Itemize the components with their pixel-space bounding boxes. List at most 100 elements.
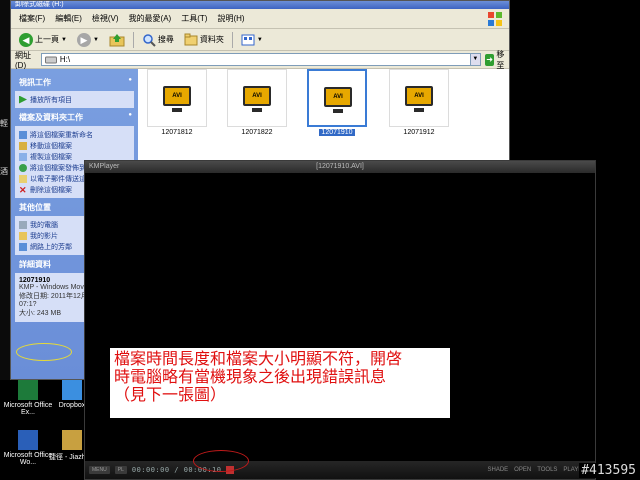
desktop: 輕 酒 卸除式磁碟 (H:) 檔案(F) 編輯(E) 檢視(V) 我的最愛(A)… — [0, 0, 640, 480]
back-arrow-icon: ◀ — [19, 32, 33, 47]
move-icon — [19, 141, 27, 150]
rename-icon — [19, 130, 27, 139]
monitor-stand — [333, 109, 343, 113]
menu-help[interactable]: 說明(H) — [217, 13, 244, 24]
task-rename[interactable]: 將這個檔案重新命名 — [19, 129, 130, 140]
search-icon — [143, 33, 156, 47]
views-dropdown-icon: ▼ — [256, 36, 263, 43]
watermark: #413595 — [579, 463, 638, 478]
file-name: 12071812 — [161, 129, 193, 136]
menu-favorites[interactable]: 我的最愛(A) — [129, 13, 172, 24]
file-name: 12071910 — [319, 129, 355, 136]
task-move[interactable]: 移動這個檔案 — [19, 140, 130, 151]
delete-icon: ✕ — [19, 184, 27, 195]
drive-icon — [44, 56, 57, 63]
file-thumbnail: AVI — [389, 69, 449, 127]
address-bar: 網址(D) H:\ ▼ ➜ 移至 — [11, 49, 509, 71]
dropbox-icon — [62, 380, 82, 400]
file-tasks-title: 檔案及資料夾工作 — [19, 113, 83, 122]
file-item-selected[interactable]: AVI 12071910 — [306, 69, 368, 139]
back-label: 上一頁 — [35, 35, 59, 44]
go-arrow-icon: ➜ — [484, 53, 495, 66]
computer-icon — [19, 220, 27, 229]
open-button[interactable]: OPEN — [514, 467, 531, 473]
email-icon — [19, 174, 27, 183]
task-play-all[interactable]: 播放所有項目 — [19, 94, 130, 105]
views-icon — [241, 34, 255, 45]
search-button[interactable]: 搜尋 — [140, 31, 176, 49]
explorer-toolbar: ◀ 上一頁 ▼ ▶ ▼ 搜尋 資料夾 ▼ — [11, 29, 509, 51]
annotation-line-1: 檔案時間長度和檔案大小明顯不符，開啓 — [114, 349, 403, 368]
file-thumbnail: AVI — [227, 69, 287, 127]
folders-label: 資料夾 — [199, 35, 224, 44]
place-label: 我的影片 — [30, 232, 58, 240]
file-tasks-header[interactable]: 檔案及資料夾工作 ● — [15, 112, 134, 123]
task-label: 播放所有項目 — [30, 96, 72, 104]
desktop-fragment-1: 輕 — [0, 119, 8, 128]
back-dropdown-icon: ▼ — [61, 36, 67, 43]
pl-button[interactable]: PL — [114, 466, 127, 474]
collapse-chevron-icon: ● — [128, 112, 132, 118]
menu-file[interactable]: 檔案(F) — [19, 13, 45, 24]
menu-edit[interactable]: 編輯(E) — [55, 13, 82, 24]
file-item[interactable]: AVI 12071812 — [146, 69, 208, 139]
file-thumbnail: AVI — [307, 69, 367, 127]
annotation-box: 檔案時間長度和檔案大小明顯不符，開啓 時電腦略有當機現象之後出現錯誤訊息 （見下… — [110, 348, 450, 418]
forward-button[interactable]: ▶ ▼ — [75, 31, 101, 49]
back-button[interactable]: ◀ 上一頁 ▼ — [17, 31, 69, 49]
go-label: 移至 — [496, 49, 505, 70]
place-label: 網路上的芳鄰 — [30, 243, 72, 251]
kmplayer-window: KMPlayer [12071910.AVI] MENU PL 00:00:00… — [84, 160, 596, 480]
views-button[interactable]: ▼ — [239, 31, 265, 49]
tools-button[interactable]: TOOLS — [537, 467, 557, 473]
up-folder-button[interactable] — [107, 31, 127, 49]
address-label: 網址(D) — [15, 50, 31, 70]
menu-view[interactable]: 檢視(V) — [92, 13, 119, 24]
avi-file-icon: AVI — [163, 86, 191, 106]
explorer-title: 卸除式磁碟 (H:) — [11, 1, 509, 9]
search-label: 搜尋 — [157, 35, 174, 44]
monitor-stand — [414, 108, 424, 112]
excel-icon — [18, 380, 38, 400]
timer-highlight-ring — [193, 450, 249, 472]
video-tasks-header[interactable]: 視訊工作 ● — [15, 77, 134, 88]
address-dropdown-icon[interactable]: ▼ — [469, 54, 480, 65]
place-label: 我的電腦 — [30, 221, 58, 229]
network-icon — [19, 242, 27, 251]
video-folder-icon — [19, 231, 27, 240]
file-thumbnail: AVI — [147, 69, 207, 127]
shade-button[interactable]: SHADE — [488, 467, 509, 473]
other-places-title: 其他位置 — [19, 203, 51, 212]
task-label: 將這個檔案重新命名 — [30, 131, 93, 139]
annotation-line-2: 時電腦略有當機現象之後出現錯誤訊息 — [114, 367, 387, 386]
forward-arrow-icon: ▶ — [76, 32, 91, 47]
desktop-fragment-2: 酒 — [0, 167, 8, 176]
go-button[interactable]: ➜ 移至 — [484, 49, 509, 71]
menu-bar: 檔案(F) 編輯(E) 檢視(V) 我的最愛(A) 工具(T) 說明(H) — [11, 9, 509, 29]
annotation-line-3: （見下一張圖） — [114, 385, 227, 404]
toolbar-separator — [132, 31, 134, 48]
player-title: [12071910.AVI] — [316, 163, 364, 170]
play-icon — [19, 95, 27, 104]
word-icon — [18, 430, 38, 450]
menu-button[interactable]: MENU — [89, 466, 110, 474]
publish-web-icon — [19, 163, 27, 172]
video-tasks-box: 播放所有項目 — [15, 91, 134, 108]
toolbar-separator — [231, 31, 233, 48]
task-label: 刪除這個檔案 — [30, 186, 72, 194]
player-titlebar: KMPlayer [12071910.AVI] — [85, 161, 595, 173]
player-controls: MENU PL 00:00:00 / 00:00:10 SHADE OPEN T… — [85, 461, 595, 479]
monitor-stand — [172, 108, 182, 112]
file-name: 12071822 — [241, 129, 273, 136]
size-highlight-ring — [16, 343, 72, 361]
menu-tools[interactable]: 工具(T) — [181, 13, 207, 24]
avi-file-icon: AVI — [243, 86, 271, 106]
folders-button[interactable]: 資料夾 — [182, 31, 226, 49]
windows-logo-icon — [488, 12, 502, 26]
file-item[interactable]: AVI 12071912 — [388, 69, 450, 139]
up-folder-icon — [109, 33, 125, 46]
address-value: H:\ — [59, 55, 71, 64]
forward-dropdown-icon: ▼ — [92, 36, 99, 43]
file-item[interactable]: AVI 12071822 — [226, 69, 288, 139]
address-input[interactable]: H:\ ▼ — [40, 53, 481, 66]
